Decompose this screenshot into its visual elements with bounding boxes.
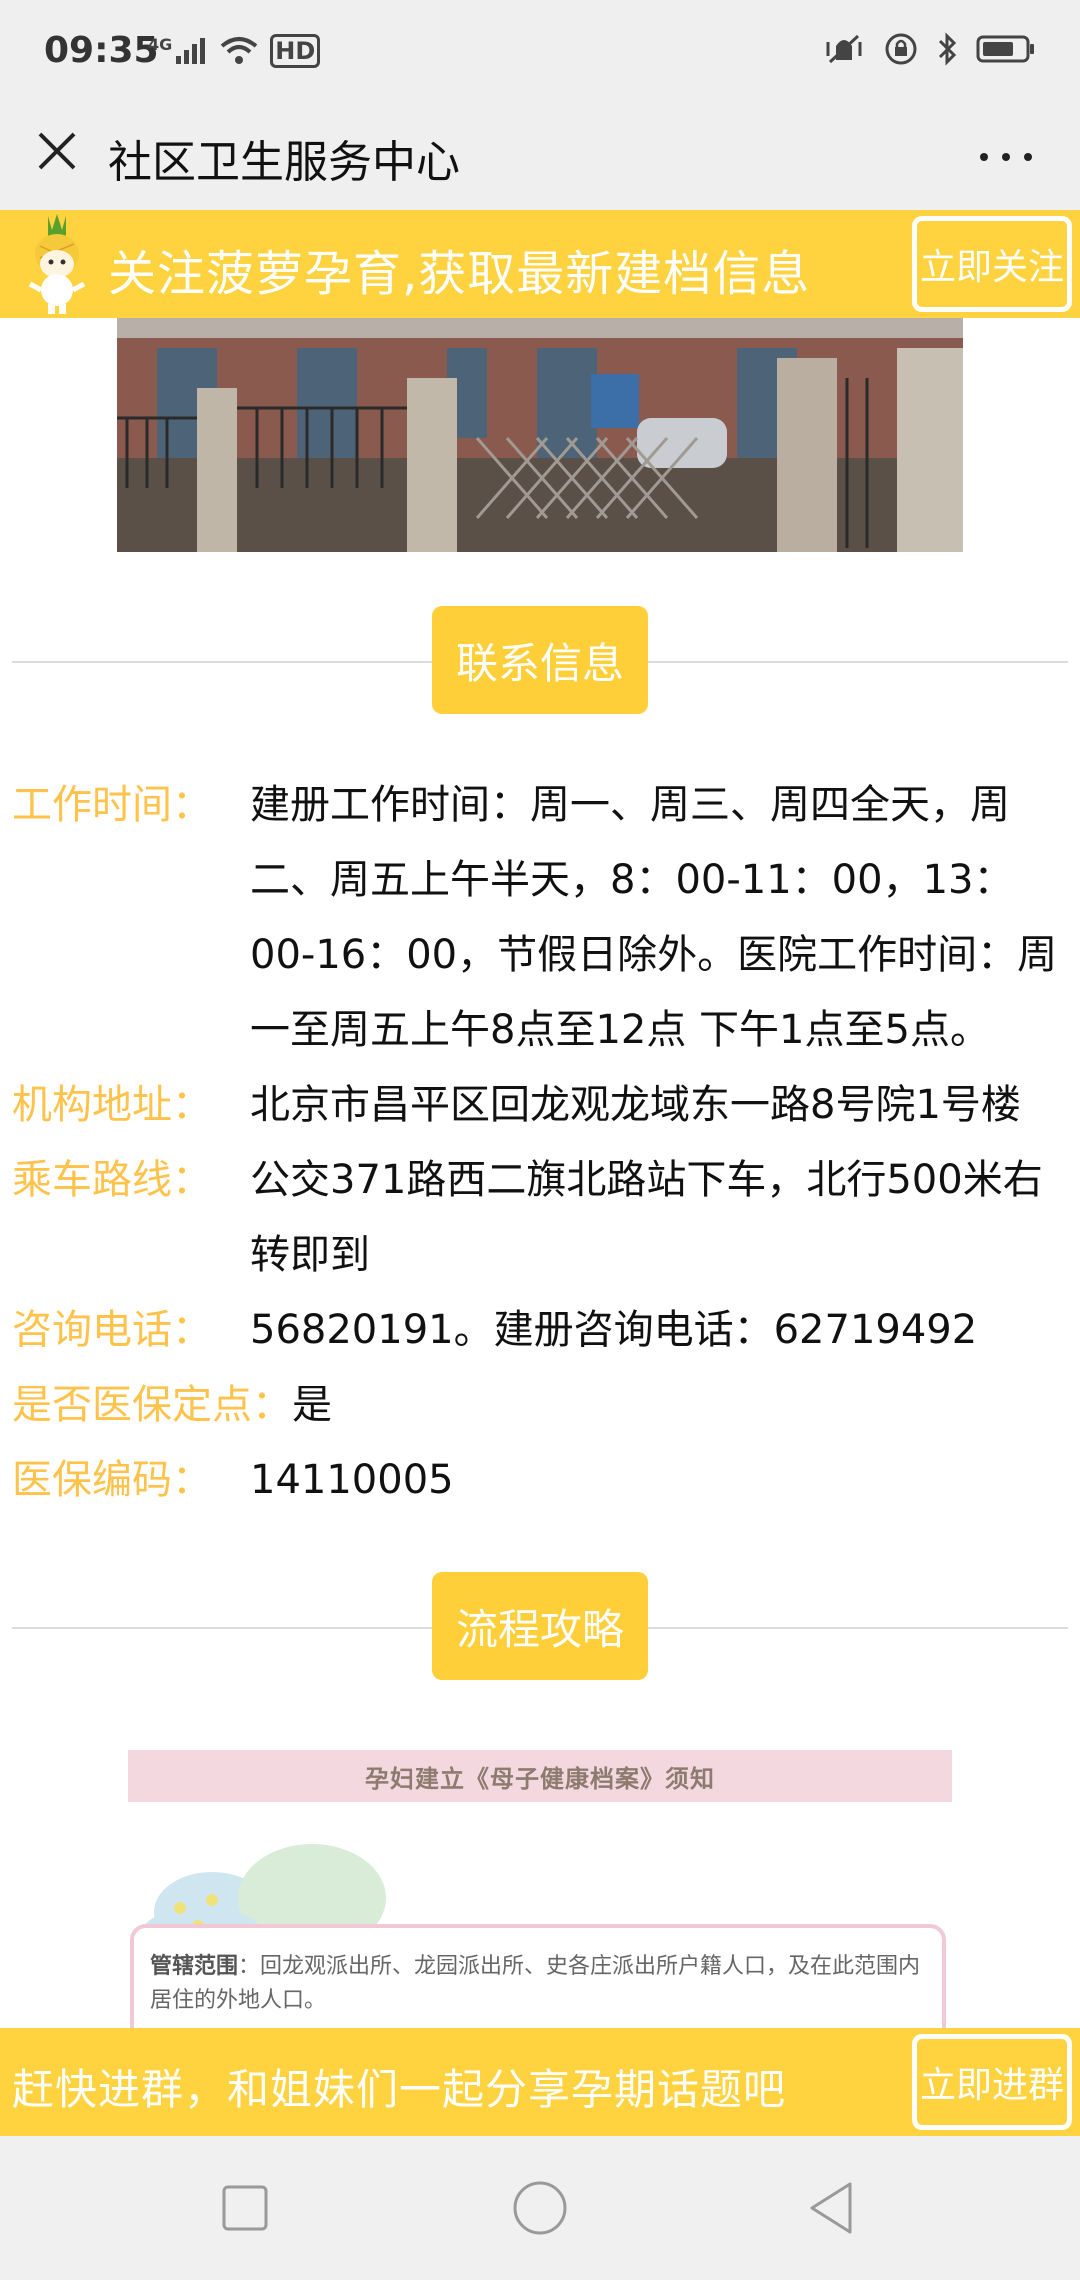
close-icon[interactable] <box>30 124 100 194</box>
jurisdiction-label: 管辖范围 <box>150 1954 239 1979</box>
page-title: 社区卫生服务中心 <box>108 137 460 188</box>
jurisdiction-card: 管辖范围：回龙观派出所、龙园派出所、史各庄派出所户籍人口，及在此范围内居住的外地… <box>130 1924 946 2044</box>
status-right-icons <box>822 32 1036 66</box>
process-guide-header: 流程攻略 <box>432 1572 648 1680</box>
recent-apps-icon[interactable] <box>220 2183 270 2233</box>
more-options-icon[interactable] <box>976 132 1036 182</box>
hospital-entrance-photo <box>117 318 963 552</box>
home-icon[interactable] <box>510 2178 570 2238</box>
phone-value[interactable]: 56820191。建册咨询电话：62719492 <box>250 1293 1070 1368</box>
info-row-insurance-code: 医保编码： 14110005 <box>12 1443 1072 1518</box>
address-label: 机构地址： <box>12 1082 212 1128</box>
route-value: 公交371路西二旗北路站下车，北行500米右转即到 <box>250 1157 1043 1278</box>
title-bar: 社区卫生服务中心 <box>0 110 1080 210</box>
contact-info-header: 联系信息 <box>432 606 648 714</box>
vibrate-icon <box>826 34 862 64</box>
battery-icon <box>976 35 1034 63</box>
insurance-code-value: 14110005 <box>250 1457 454 1503</box>
status-left-icons: 4G HD <box>148 34 321 68</box>
system-navigation-bar <box>0 2136 1080 2280</box>
status-bar: 09:35 4G HD <box>0 0 1080 110</box>
hours-value: 建册工作时间：周一、周三、周四全天，周二、周五上午半天，8：00-11：00，1… <box>250 782 1058 1053</box>
join-group-text: 赶快进群，和姐妹们一起分享孕期话题吧 <box>12 2065 787 2114</box>
hd-icon: HD <box>270 34 321 68</box>
info-row-phone: 咨询电话： 56820191。建册咨询电话：62719492 <box>12 1293 1072 1368</box>
info-row-insurance: 是否医保定点： 是 <box>12 1368 1072 1443</box>
follow-now-button[interactable]: 立即关注 <box>912 216 1072 312</box>
join-group-banner[interactable]: 赶快进群，和姐妹们一起分享孕期话题吧 立即进群 <box>0 2028 1080 2136</box>
network-type-label: 4G <box>148 34 173 54</box>
lock-rotation-icon <box>885 33 917 65</box>
insurance-value: 是 <box>292 1382 332 1428</box>
hours-label: 工作时间： <box>12 782 212 828</box>
info-row-route: 乘车路线： 公交371路西二旗北路站下车，北行500米右转即到 <box>12 1143 1072 1293</box>
route-label: 乘车路线： <box>12 1157 212 1203</box>
info-row-address: 机构地址： 北京市昌平区回龙观龙域东一路8号院1号楼 <box>12 1068 1072 1143</box>
phone-label: 咨询电话： <box>12 1307 212 1353</box>
insurance-label: 是否医保定点： <box>12 1382 292 1428</box>
back-icon[interactable] <box>806 2180 856 2236</box>
address-value[interactable]: 北京市昌平区回龙观龙域东一路8号院1号楼 <box>250 1068 1070 1143</box>
contact-info-list: 工作时间： 建册工作时间：周一、周三、周四全天，周二、周五上午半天，8：00-1… <box>12 768 1072 1518</box>
wifi-icon <box>220 37 258 64</box>
info-row-hours: 工作时间： 建册工作时间：周一、周三、周四全天，周二、周五上午半天，8：00-1… <box>12 768 1072 1068</box>
signal-icon <box>176 38 206 64</box>
follow-banner[interactable]: 关注菠萝孕育,获取最新建档信息 立即关注 <box>0 210 1080 318</box>
health-file-infographic: 孕妇建立《母子健康档案》须知 管辖范围：回龙观派出所、龙园派出所、史各庄派出所户… <box>128 1750 952 2044</box>
join-group-button[interactable]: 立即进群 <box>912 2034 1072 2130</box>
pineapple-mascot-icon <box>28 214 86 314</box>
insurance-code-label: 医保编码： <box>12 1457 212 1503</box>
follow-banner-text: 关注菠萝孕育,获取最新建档信息 <box>108 246 811 302</box>
jurisdiction-text: ：回龙观派出所、龙园派出所、史各庄派出所户籍人口，及在此范围内居住的外地人口。 <box>150 1954 921 2013</box>
infographic-title: 孕妇建立《母子健康档案》须知 <box>128 1750 952 1802</box>
status-time: 09:35 <box>44 30 159 71</box>
bluetooth-icon <box>938 32 957 66</box>
